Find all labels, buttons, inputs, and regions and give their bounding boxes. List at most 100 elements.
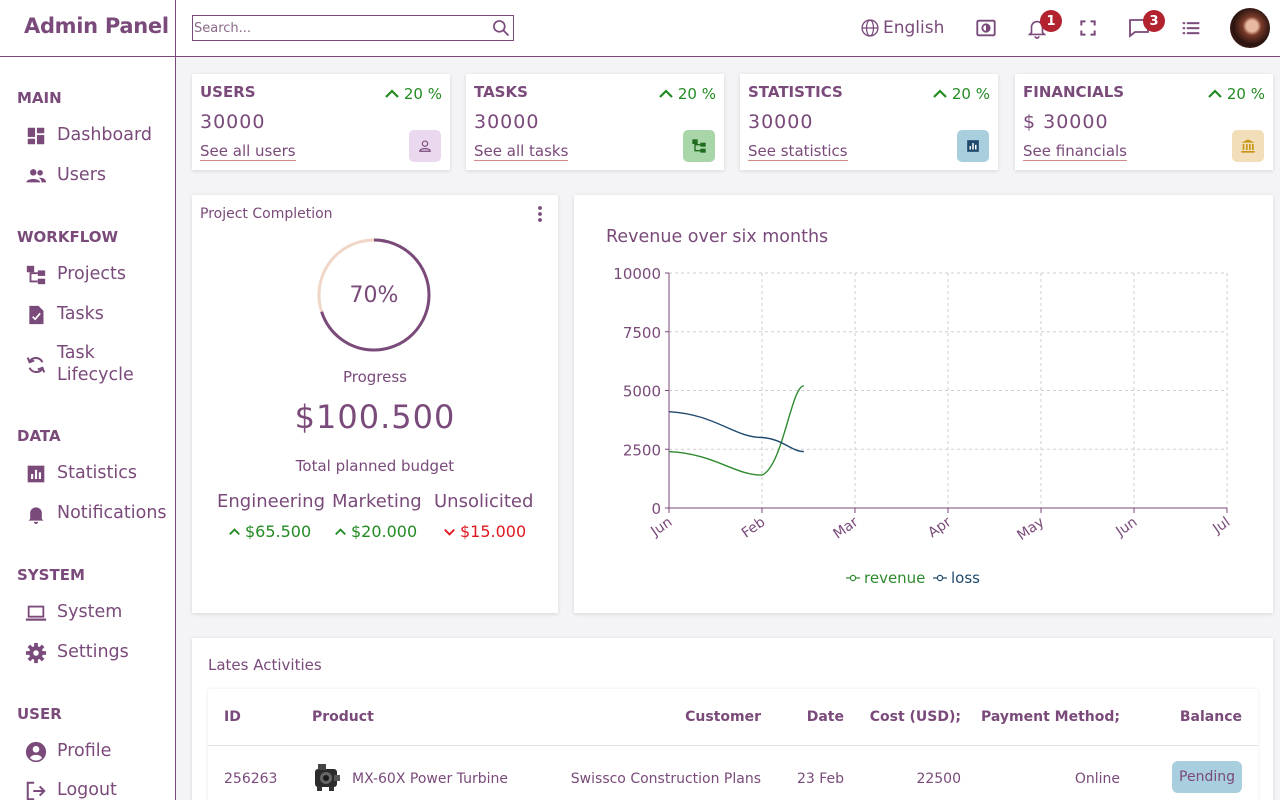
brightness-icon <box>976 19 996 37</box>
legend-label-loss: loss <box>951 569 980 587</box>
sidebar-item-dashboard[interactable]: Dashboard <box>24 124 152 148</box>
column-header-payment[interactable]: Payment Method; <box>981 709 1120 725</box>
column-header-balance[interactable]: Balance <box>1180 709 1242 725</box>
legend-marker-dot <box>936 574 944 582</box>
chevron-up-icon <box>1208 89 1222 98</box>
cell-id: 256263 <box>224 771 278 787</box>
y-tick-label: 0 <box>651 500 661 518</box>
sidebar-item-projects[interactable]: Projects <box>24 263 126 287</box>
app-title[interactable]: Admin Panel <box>24 14 169 38</box>
x-tick-label: Jun <box>647 514 675 540</box>
search-input[interactable] <box>193 16 483 40</box>
stat-percent: 20 % <box>385 85 442 103</box>
sidebar-item-task-lifecycle[interactable]: Task Lifecycle <box>24 342 157 386</box>
avatar[interactable] <box>1230 8 1270 48</box>
column-header-product[interactable]: Product <box>312 709 374 725</box>
progress-percent: 70% <box>349 282 399 308</box>
sidebar-item-logout[interactable]: Logout <box>24 779 117 800</box>
category-name: Unsolicited <box>434 491 534 512</box>
sidebar-item-tasks[interactable]: Tasks <box>24 303 104 327</box>
stat-title: USERS <box>200 83 256 101</box>
cell-product: MX-60X Power Turbine <box>352 771 508 787</box>
more-vert-icon[interactable] <box>534 205 546 223</box>
list-icon <box>1182 22 1200 35</box>
chevron-up-icon <box>659 89 673 98</box>
budget-amount: $100.500 <box>294 398 456 436</box>
activities-table: ID Product Customer Date Cost (USD); Pay… <box>208 689 1258 800</box>
lifecycle-icon <box>24 353 48 377</box>
sidebar-item-label: Logout <box>57 780 117 800</box>
column-header-customer[interactable]: Customer <box>685 709 761 725</box>
fullscreen-button[interactable] <box>1078 14 1098 42</box>
sidebar-item-system[interactable]: System <box>24 601 122 625</box>
sidebar-item-users[interactable]: Users <box>24 164 106 188</box>
stat-link[interactable]: See statistics <box>748 143 848 161</box>
sidebar-section-main: MAIN <box>17 89 62 107</box>
tasks-icon <box>24 303 48 327</box>
sidebar-item-label: Statistics <box>57 463 137 483</box>
category-name: Engineering <box>217 491 325 512</box>
users-icon <box>24 164 48 188</box>
y-tick-label: 2500 <box>623 441 661 459</box>
legend-label-revenue: revenue <box>864 569 925 587</box>
y-tick-label: 5000 <box>623 383 661 401</box>
projects-icon <box>683 130 715 162</box>
sidebar-section-system: SYSTEM <box>17 566 85 584</box>
column-header-cost[interactable]: Cost (USD); <box>870 709 961 725</box>
category-value: $20.000 <box>335 522 417 541</box>
card-title: Lates Activities <box>208 656 322 674</box>
messages-badge: 3 <box>1143 10 1165 32</box>
x-tick-label: Mar <box>830 514 861 542</box>
stat-card-statistics: STATISTICS 20 % 30000 See statistics <box>740 74 998 170</box>
legend-marker-dot <box>849 574 857 582</box>
notifications-badge: 1 <box>1040 10 1062 32</box>
stat-percent: 20 % <box>933 85 990 103</box>
column-header-id[interactable]: ID <box>224 709 241 725</box>
sidebar-item-settings[interactable]: Settings <box>24 641 129 665</box>
dashboard-icon <box>24 124 48 148</box>
language-selector[interactable]: English <box>860 14 944 42</box>
sidebar-item-statistics[interactable]: Statistics <box>24 462 137 486</box>
y-tick-label: 7500 <box>623 324 661 342</box>
messages-button[interactable]: 3 <box>1127 10 1165 42</box>
stat-link[interactable]: See all tasks <box>474 143 569 161</box>
column-header-date[interactable]: Date <box>807 709 844 725</box>
stat-card-financials: FINANCIALS 20 % $ 30000 See financials <box>1015 74 1273 170</box>
menu-list-button[interactable] <box>1181 14 1201 42</box>
search-box[interactable] <box>192 15 514 41</box>
cell-date: 23 Feb <box>796 771 844 787</box>
laptop-icon <box>24 601 48 625</box>
sidebar-item-profile[interactable]: Profile <box>24 740 111 764</box>
gear-icon <box>24 641 48 665</box>
stat-value: $ 30000 <box>1023 111 1109 133</box>
sidebar-item-label: Tasks <box>57 304 104 324</box>
sidebar-item-label: Notifications <box>57 503 167 523</box>
y-tick-label: 10000 <box>613 265 661 283</box>
revenue-line-chart: 100007500500025000Jun Feb Mar Apr May Jun Julr… <box>613 265 1233 587</box>
cell-customer: Swissco Construction Plans <box>570 771 761 787</box>
stat-title: TASKS <box>474 83 528 101</box>
chevron-up-icon <box>385 89 399 98</box>
sidebar-item-label: System <box>57 602 123 622</box>
cell-payment: Online <box>1074 771 1120 787</box>
stat-link[interactable]: See financials <box>1023 143 1127 161</box>
bank-icon <box>1232 130 1264 162</box>
x-tick-label: Feb <box>739 514 769 541</box>
sidebar: MAIN Dashboard Users WORKFLOW Projects T… <box>0 57 176 800</box>
chevron-up-icon <box>229 527 240 535</box>
stat-link[interactable]: See all users <box>200 143 296 161</box>
projects-icon <box>24 263 48 287</box>
sidebar-item-notifications[interactable]: Notifications <box>24 502 167 526</box>
turbine-icon <box>315 764 340 791</box>
project-completion-card: Project Completion 70% Progress $100.500… <box>192 195 558 613</box>
stat-percent: 20 % <box>659 85 716 103</box>
sidebar-item-label: Task Lifecycle <box>57 343 134 385</box>
theme-toggle-button[interactable] <box>975 14 997 42</box>
statistics-icon <box>24 462 48 486</box>
bell-icon <box>24 502 48 526</box>
search-icon[interactable] <box>491 18 511 38</box>
stat-value: 30000 <box>200 111 266 133</box>
x-tick-label: Jul <box>1209 514 1233 537</box>
fullscreen-icon <box>1080 20 1096 36</box>
notifications-button[interactable]: 1 <box>1026 10 1062 42</box>
